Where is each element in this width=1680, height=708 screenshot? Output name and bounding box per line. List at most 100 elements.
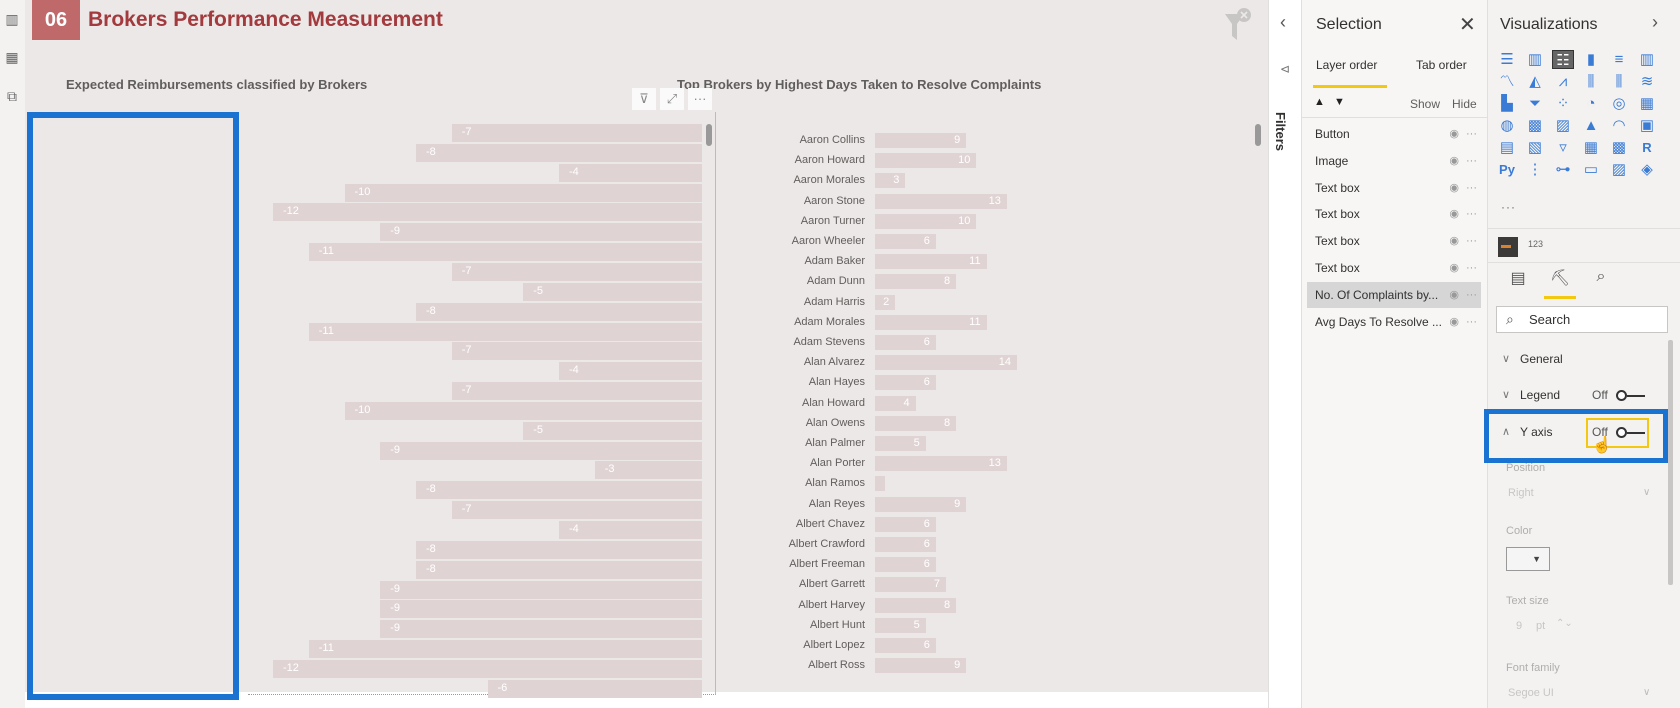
more-options-icon[interactable]: ··· [1466, 175, 1477, 201]
left-chart-bar[interactable]: -9 [380, 580, 702, 599]
stacked-bar-chart-icon[interactable]: ☰ [1496, 50, 1518, 69]
section-legend[interactable]: ∨ Legend Off [1496, 378, 1666, 412]
visibility-eye-icon[interactable]: ◉ [1449, 282, 1459, 308]
more-options-icon[interactable]: ··· [688, 88, 712, 110]
tab-tab-order[interactable]: Tab order [1416, 58, 1467, 72]
more-options-icon[interactable]: ··· [1466, 309, 1477, 335]
visibility-eye-icon[interactable]: ◉ [1449, 175, 1459, 201]
right-chart-bar[interactable]: 8 [875, 415, 957, 431]
funnel-chart-icon[interactable]: ⏷ [1524, 94, 1546, 113]
left-chart-bar[interactable]: -9 [380, 600, 702, 619]
right-chart-bar[interactable]: 14 [875, 355, 1017, 371]
shape-map-icon[interactable]: ▨ [1552, 116, 1574, 135]
left-chart-bar[interactable]: -4 [559, 163, 702, 182]
layer-item[interactable]: Text box ◉ ··· [1307, 175, 1481, 201]
line-clustered-column-icon[interactable]: ⫼ [1580, 72, 1602, 91]
format-pane-scrollbar[interactable] [1668, 340, 1673, 585]
layer-item[interactable]: Text box ◉ ··· [1307, 228, 1481, 254]
more-options-icon[interactable]: ··· [1466, 228, 1477, 254]
right-chart-bar[interactable]: 9 [875, 496, 967, 512]
report-view-icon[interactable]: ▥ [3, 10, 21, 28]
layer-item[interactable]: Image ◉ ··· [1307, 148, 1481, 174]
matrix-icon[interactable]: ▩ [1608, 138, 1630, 157]
left-chart-bar[interactable]: -7 [451, 262, 702, 281]
waterfall-chart-icon[interactable]: ▙ [1496, 94, 1518, 113]
left-chart-bar[interactable]: -8 [416, 481, 702, 500]
left-chart-bar[interactable]: -5 [523, 421, 702, 440]
gauge-icon[interactable]: ◠ [1608, 116, 1630, 135]
left-chart-bar[interactable]: -11 [308, 640, 702, 659]
layer-item[interactable]: Button ◉ ··· [1307, 121, 1481, 147]
legend-toggle[interactable] [1616, 390, 1646, 401]
right-chart-bar[interactable]: 4 [875, 395, 916, 411]
filter-icon[interactable]: ⊽ [632, 88, 656, 110]
r-visual-icon[interactable]: R [1636, 138, 1658, 157]
left-chart-bar[interactable]: -8 [416, 560, 702, 579]
hide-all-button[interactable]: Hide [1452, 97, 1477, 111]
right-chart-bar[interactable]: 6 [875, 234, 936, 249]
move-up-icon[interactable]: ▲ [1314, 96, 1325, 108]
filters-pane[interactable]: ‹ ⊲ Filters [1268, 0, 1301, 708]
more-options-icon[interactable]: ··· [1466, 201, 1477, 227]
left-chart-bar[interactable]: -4 [559, 362, 702, 381]
area-chart-icon[interactable]: ◭ [1524, 72, 1546, 91]
expand-icon[interactable]: › [1652, 12, 1658, 33]
more-options-icon[interactable]: ··· [1466, 255, 1477, 281]
left-chart-bar[interactable]: -5 [523, 282, 702, 301]
visibility-eye-icon[interactable]: ◉ [1449, 148, 1459, 174]
donut-chart-icon[interactable]: ◎ [1608, 94, 1630, 113]
pie-chart-icon[interactable]: ◔ [1580, 94, 1602, 113]
treemap-icon[interactable]: ▦ [1636, 94, 1658, 113]
fields-tab-icon[interactable]: ▤ [1505, 268, 1531, 292]
filled-map-icon[interactable]: ▩ [1524, 116, 1546, 135]
left-chart-bar[interactable]: -12 [273, 659, 702, 678]
left-chart-bar[interactable]: -11 [308, 322, 702, 341]
left-chart-bar[interactable]: -8 [416, 143, 702, 162]
visibility-eye-icon[interactable]: ◉ [1449, 121, 1459, 147]
data-view-icon[interactable]: ▦ [3, 48, 21, 66]
layer-item[interactable]: No. Of Complaints by... ◉ ··· [1307, 281, 1481, 308]
stacked-area-icon[interactable]: ⩘ [1552, 72, 1574, 91]
right-chart-bar[interactable]: 7 [875, 577, 946, 593]
right-chart-bar[interactable]: 11 [875, 254, 987, 270]
layer-item[interactable]: Text box ◉ ··· [1307, 255, 1481, 281]
kpi-icon[interactable]: ▧ [1524, 138, 1546, 157]
right-chart-bar[interactable]: 10 [875, 213, 977, 229]
font-family-dropdown[interactable]: Segoe UI [1508, 687, 1554, 699]
more-options-icon[interactable]: ··· [1466, 121, 1477, 147]
left-chart-bar[interactable]: -3 [594, 461, 702, 480]
left-chart-bar[interactable]: -7 [451, 501, 702, 520]
visibility-eye-icon[interactable]: ◉ [1449, 201, 1459, 227]
filter-clear-icon[interactable] [1222, 6, 1252, 44]
stacked-column-chart-icon[interactable]: ▥ [1524, 50, 1546, 69]
right-chart-bar[interactable]: 6 [875, 557, 936, 573]
visibility-eye-icon[interactable]: ◉ [1449, 255, 1459, 281]
100-stacked-column-icon[interactable]: ▥ [1636, 50, 1658, 69]
decomposition-tree-icon[interactable]: ⊶ [1552, 160, 1574, 179]
layer-item[interactable]: Text box ◉ ··· [1307, 201, 1481, 227]
more-options-icon[interactable]: ··· [1466, 148, 1477, 174]
clustered-column-chart-icon[interactable]: ▮ [1580, 50, 1602, 69]
left-chart-bar[interactable]: -11 [308, 243, 702, 262]
focus-mode-icon[interactable]: ⤢ [660, 88, 684, 110]
custom-visual-icon[interactable] [1498, 237, 1518, 257]
text-size-value[interactable]: 9 [1516, 620, 1522, 632]
right-chart-bar[interactable] [875, 476, 886, 492]
100-stacked-bar-icon[interactable]: ≡ [1608, 50, 1630, 69]
collapse-filters-icon[interactable]: ‹ [1280, 12, 1286, 33]
text-size-spinner[interactable]: ⌃⌄ [1556, 618, 1573, 629]
line-chart-icon[interactable]: 〽 [1496, 72, 1518, 91]
left-chart-bar[interactable]: -9 [380, 223, 702, 242]
model-view-icon[interactable]: ⧉ [3, 87, 21, 105]
right-chart-bar[interactable]: 6 [875, 537, 936, 552]
filters-label[interactable]: Filters [1273, 112, 1288, 151]
scatter-chart-icon[interactable]: ⁘ [1552, 94, 1574, 113]
slicer-icon[interactable]: ▿ [1552, 138, 1574, 157]
smart-narrative-icon[interactable]: ▨ [1608, 160, 1630, 179]
power-apps-icon[interactable]: ◈ [1636, 160, 1658, 179]
more-options-icon[interactable]: ··· [1466, 282, 1477, 308]
key-influencers-icon[interactable]: ⋮ [1524, 160, 1546, 179]
left-chart-bar[interactable]: -7 [451, 342, 702, 361]
right-chart-bar[interactable]: 10 [875, 153, 977, 169]
left-chart-bar[interactable]: -7 [451, 124, 702, 142]
